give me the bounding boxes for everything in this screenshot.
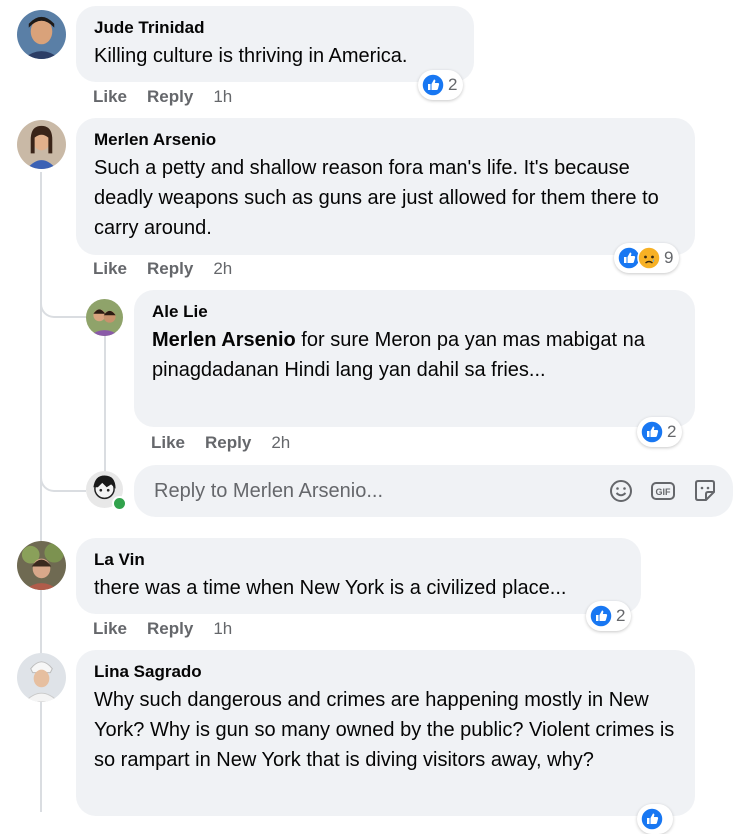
thread-elbow	[40, 280, 86, 318]
comment-bubble: Merlen Arsenio Such a petty and shallow …	[76, 118, 695, 255]
reaction-summary[interactable]: 2	[586, 601, 632, 631]
comment-bubble: Jude Trinidad Killing culture is thrivin…	[76, 6, 474, 82]
avatar[interactable]	[17, 541, 66, 590]
comment-bubble: La Vin there was a time when New York is…	[76, 538, 641, 614]
comment-timestamp[interactable]: 2h	[271, 432, 290, 454]
sad-reaction-icon	[637, 246, 661, 270]
reply-author[interactable]: Ale Lie	[152, 302, 677, 322]
comment-timestamp[interactable]: 2h	[213, 258, 232, 280]
comment-text: there was a time when New York is a civi…	[94, 577, 567, 599]
online-status-dot	[112, 496, 127, 511]
reaction-summary[interactable]: 9	[614, 243, 680, 273]
reaction-summary[interactable]: 2	[637, 417, 683, 447]
reply-input-box: GIF	[134, 465, 733, 517]
comment-actions: Like Reply 2h	[93, 258, 232, 280]
comment-author[interactable]: Merlen Arsenio	[94, 130, 677, 150]
comment-author[interactable]: Lina Sagrado	[94, 662, 677, 682]
gif-icon[interactable]: GIF	[649, 477, 677, 505]
reaction-count: 2	[667, 422, 677, 441]
thread-line	[104, 334, 106, 484]
reply-button[interactable]: Reply	[205, 432, 251, 454]
reaction-count: 9	[664, 248, 674, 267]
reaction-count: 2	[448, 75, 458, 94]
comment-text: Killing culture is thriving in America.	[94, 45, 408, 67]
reply-button[interactable]: Reply	[147, 86, 193, 108]
svg-text:GIF: GIF	[656, 487, 672, 497]
reply-button[interactable]: Reply	[147, 258, 193, 280]
comment-bubble: Lina Sagrado Why such dangerous and crim…	[76, 650, 695, 816]
reply-text: Merlen Arsenio for sure Meron pa yan mas…	[152, 325, 677, 385]
avatar[interactable]	[17, 653, 66, 702]
reply-actions: Like Reply 2h	[151, 432, 290, 454]
reaction-count: 2	[616, 606, 626, 625]
sticker-icon[interactable]	[691, 477, 719, 505]
like-button[interactable]: Like	[151, 432, 185, 454]
reply-button[interactable]: Reply	[147, 618, 193, 640]
comment-timestamp[interactable]: 1h	[213, 86, 232, 108]
comment-text: Such a petty and shallow reason fora man…	[94, 157, 659, 239]
reply-input[interactable]	[152, 478, 593, 504]
comment-text: Why such dangerous and crimes are happen…	[94, 689, 675, 771]
like-button[interactable]: Like	[93, 258, 127, 280]
like-reaction-icon	[640, 807, 664, 831]
comment-actions: Like Reply 1h	[93, 618, 232, 640]
avatar[interactable]	[17, 120, 66, 169]
avatar[interactable]	[17, 10, 66, 59]
like-button[interactable]: Like	[93, 618, 127, 640]
like-reaction-icon	[589, 604, 613, 628]
reaction-summary[interactable]	[637, 804, 673, 834]
mention-link[interactable]: Merlen Arsenio	[152, 329, 296, 351]
comment-author[interactable]: La Vin	[94, 550, 623, 570]
reaction-summary[interactable]: 2	[418, 70, 464, 100]
comment-author[interactable]: Jude Trinidad	[94, 18, 456, 38]
like-reaction-icon	[640, 420, 664, 444]
thread-elbow	[40, 456, 86, 492]
like-reaction-icon	[421, 73, 445, 97]
like-button[interactable]: Like	[93, 86, 127, 108]
thread-line	[40, 172, 42, 812]
reply-bubble: Ale Lie Merlen Arsenio for sure Meron pa…	[134, 290, 695, 427]
comment-actions: Like Reply 1h	[93, 86, 232, 108]
emoji-icon[interactable]	[607, 477, 635, 505]
comment-timestamp[interactable]: 1h	[213, 618, 232, 640]
avatar[interactable]	[86, 299, 123, 336]
